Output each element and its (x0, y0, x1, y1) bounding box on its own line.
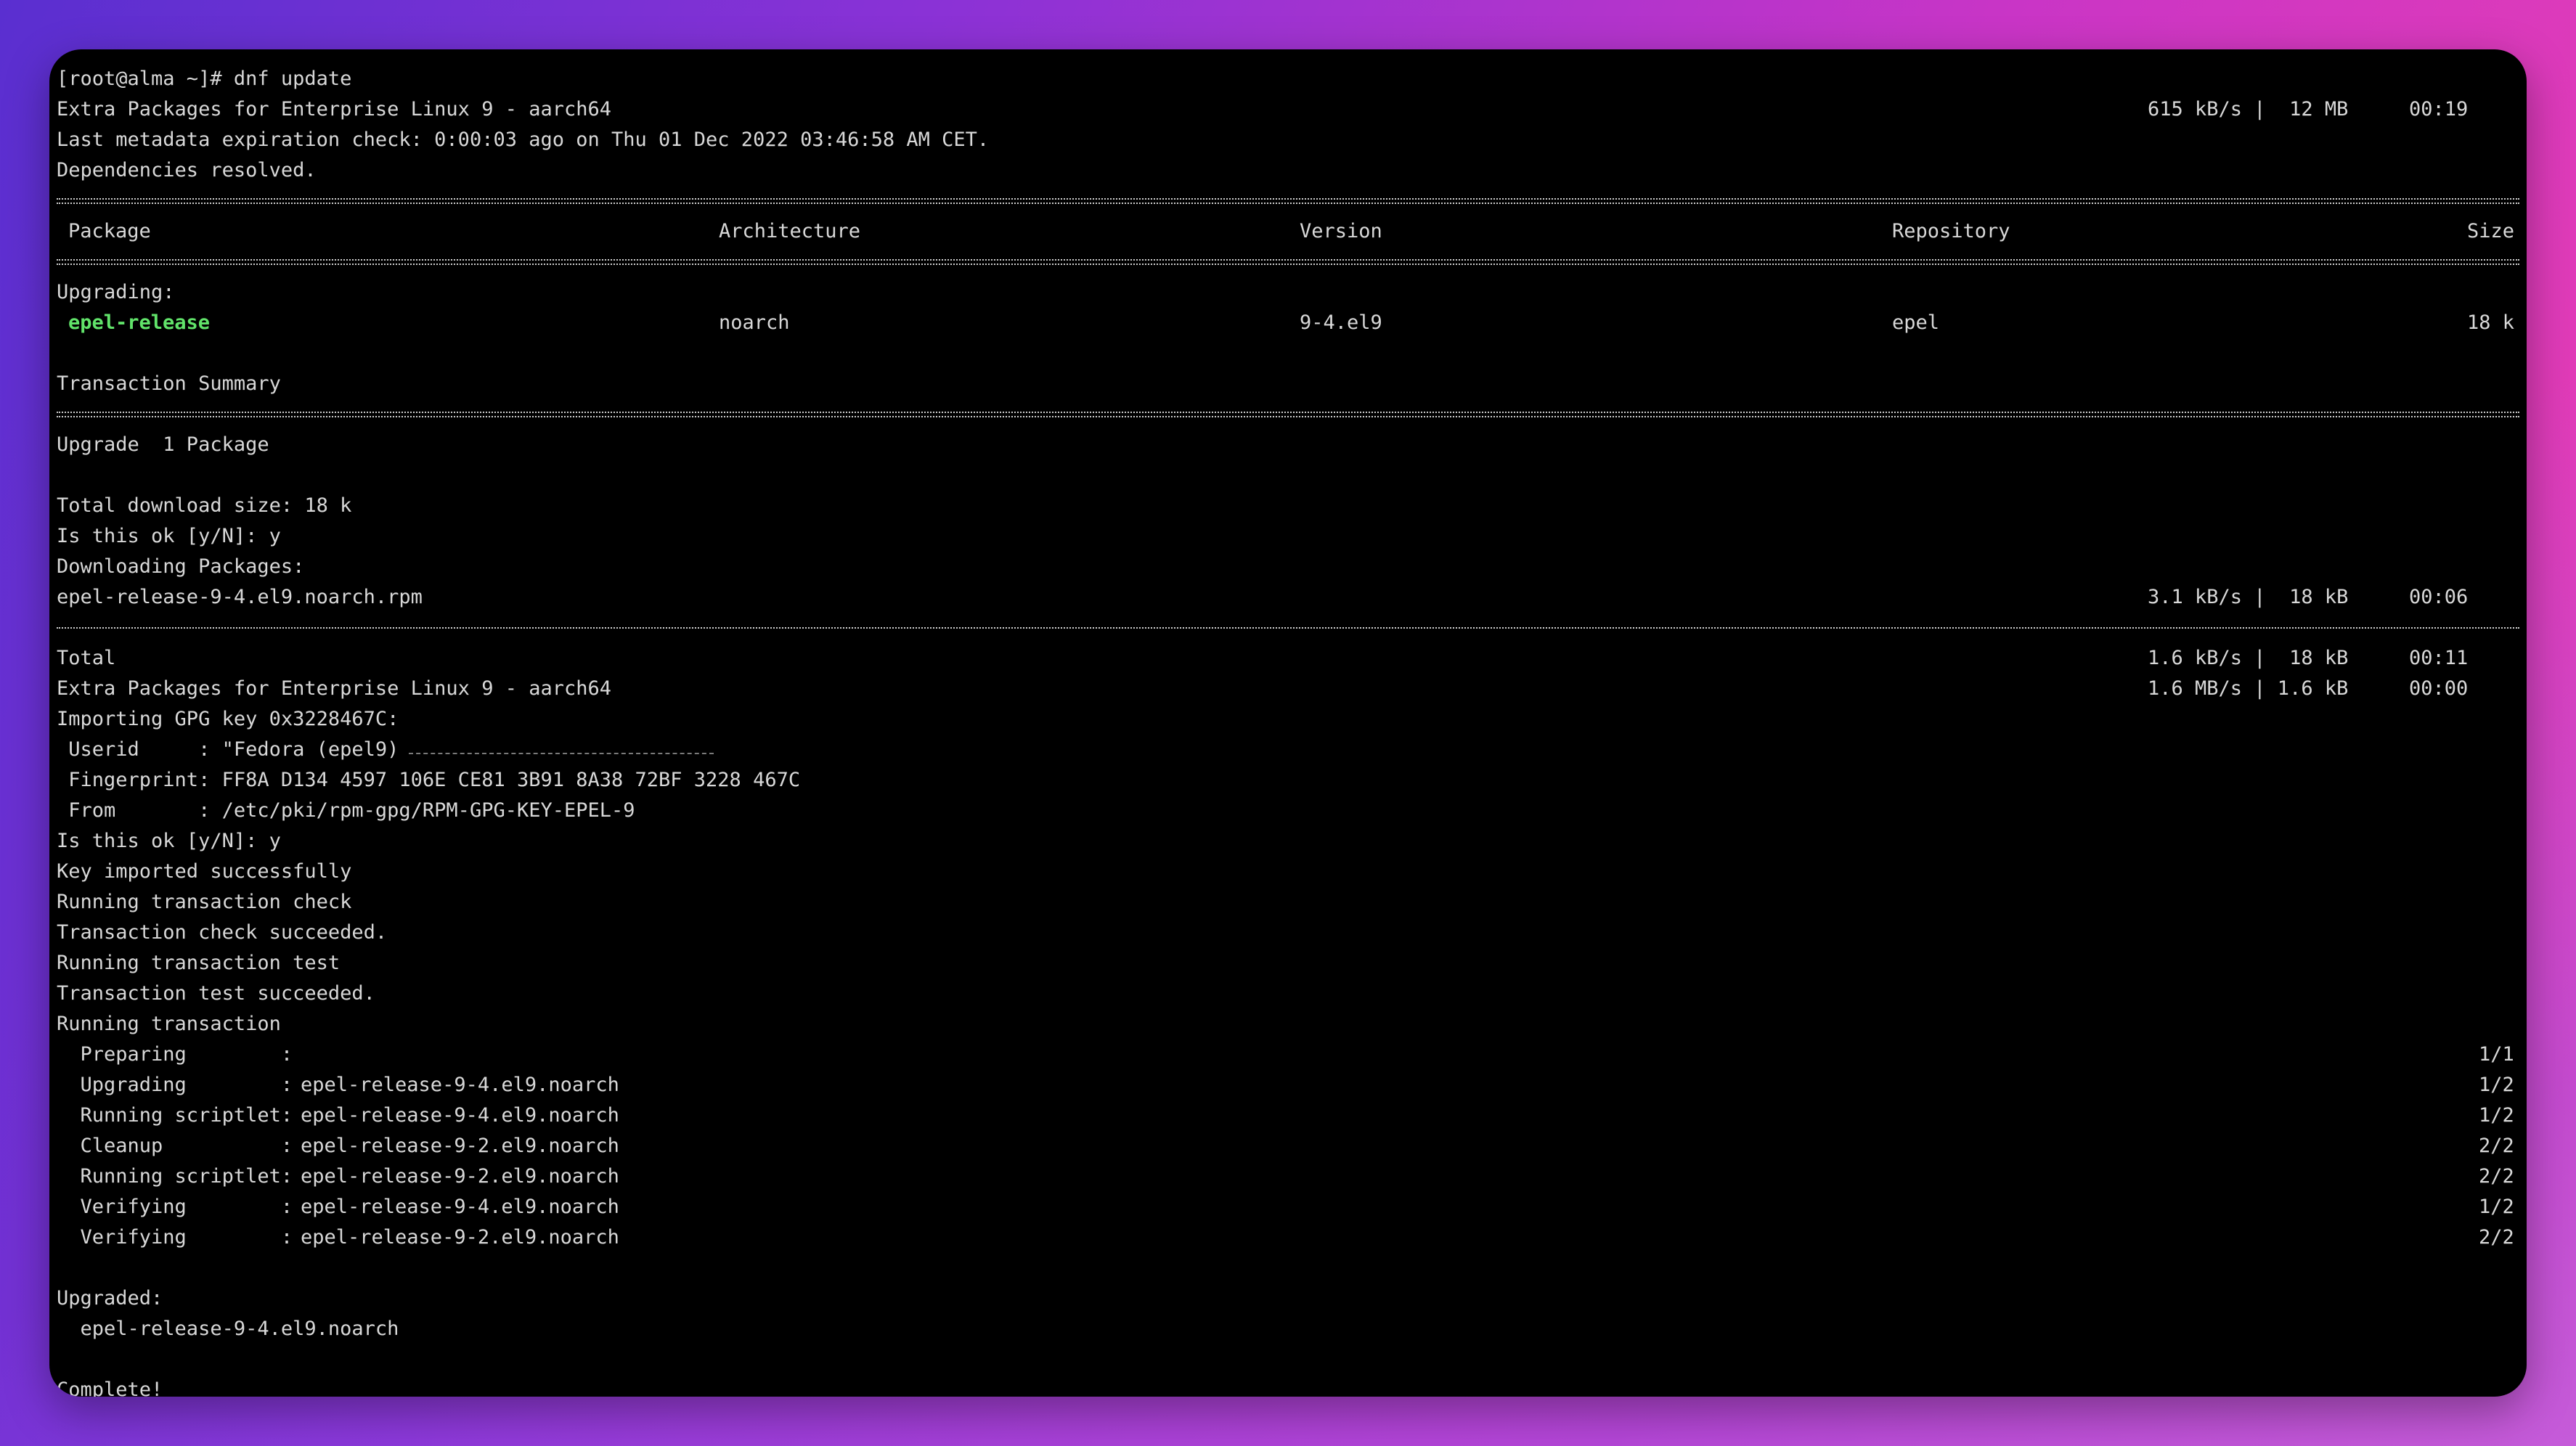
total-speed: 1.6 kB/s | 18 kB (2148, 647, 2349, 669)
summary-rule (57, 399, 2519, 430)
gpg-from-line: From : /etc/pki/rpm-gpg/RPM-GPG-KEY-EPEL… (57, 799, 635, 822)
gpg-userid: Userid : "Fedora (epel9) (57, 738, 399, 761)
download-time: 00:06 (2409, 586, 2469, 608)
transaction-step: Verifying : epel-release-9-2.el9.noarch … (57, 1222, 2519, 1253)
header-size: Size (2467, 220, 2515, 242)
repo-name: Extra Packages for Enterprise Linux 9 - … (57, 98, 612, 120)
download-row: epel-release-9-4.el9.noarch.rpm 3.1 kB/s… (57, 582, 2519, 613)
step-target: epel-release-9-2.el9.noarch (301, 1135, 619, 1157)
total-time: 00:11 (2409, 647, 2469, 669)
transaction-step: Cleanup : epel-release-9-2.el9.noarch 2/… (57, 1131, 2519, 1161)
step-count: 1/2 (2479, 1074, 2514, 1096)
transaction-step: Preparing : 1/1 (57, 1039, 2519, 1070)
repo-speed: 615 kB/s | 12 MB (2148, 98, 2349, 120)
test-running-line: Running transaction test (57, 952, 341, 974)
gpg-userid-line: Userid : "Fedora (epel9) (57, 735, 2519, 765)
table-rule-top (57, 186, 2519, 216)
confirm-prompt: Is this ok [y/N]: y (57, 525, 281, 547)
terminal-output: [root@alma ~]# dnf update Extra Packages… (57, 64, 2519, 1397)
step-label: Cleanup : (57, 1135, 293, 1157)
transaction-step: Running scriptlet: epel-release-9-2.el9.… (57, 1161, 2519, 1192)
step-target: epel-release-9-4.el9.noarch (301, 1074, 619, 1096)
metadata-line: Last metadata expiration check: 0:00:03 … (57, 128, 990, 151)
check-running-line: Running transaction check (57, 891, 352, 913)
repo-name-2: Extra Packages for Enterprise Linux 9 - … (57, 677, 612, 700)
download-file: epel-release-9-4.el9.noarch.rpm (57, 586, 423, 608)
gpg-import-line: Importing GPG key 0x3228467C: (57, 708, 399, 730)
downloading-label: Downloading Packages: (57, 555, 305, 578)
repo-key-line: Extra Packages for Enterprise Linux 9 - … (57, 674, 2519, 704)
step-count: 2/2 (2479, 1165, 2514, 1188)
gpg-fingerprint-line: Fingerprint: FF8A D134 4597 106E CE81 3B… (57, 769, 801, 791)
repo-time: 00:19 (2409, 98, 2469, 120)
step-label: Running scriptlet: (57, 1165, 293, 1188)
transaction-step: Upgrading : epel-release-9-4.el9.noarch … (57, 1070, 2519, 1100)
total-row: Total 1.6 kB/s | 18 kB 00:11 (57, 643, 2519, 674)
row-package: epel-release (68, 311, 211, 334)
deps-line: Dependencies resolved. (57, 159, 317, 181)
header-package: Package (68, 220, 151, 242)
step-label: Verifying : (57, 1196, 293, 1218)
step-count: 1/1 (2479, 1043, 2514, 1066)
table-row: epel-release noarch 9-4.el9 epel 18 k (57, 308, 2519, 338)
total-label: Total (57, 647, 116, 669)
check-ok-line: Transaction check succeeded. (57, 921, 388, 944)
terminal-window[interactable]: [root@alma ~]# dnf update Extra Packages… (49, 49, 2527, 1397)
step-count: 2/2 (2479, 1226, 2514, 1249)
complete-line: Complete! (57, 1378, 163, 1397)
summary-title: Transaction Summary (57, 372, 281, 395)
header-version: Version (1300, 220, 1382, 242)
redacted-email (409, 747, 714, 754)
row-architecture: noarch (719, 311, 790, 334)
upgraded-title: Upgraded: (57, 1287, 163, 1310)
download-speed: 3.1 kB/s | 18 kB (2148, 586, 2349, 608)
upgrading-label: Upgrading: (57, 281, 175, 303)
repo-speed-2: 1.6 MB/s | 1.6 kB (2148, 677, 2349, 700)
prompt-line: [root@alma ~]# dnf update (57, 68, 352, 90)
step-label: Preparing : (57, 1043, 293, 1066)
key-imported-line: Key imported successfully (57, 860, 352, 883)
test-ok-line: Transaction test succeeded. (57, 982, 375, 1005)
step-label: Upgrading : (57, 1074, 293, 1096)
table-header-row: Package Architecture Version Repository … (57, 216, 2519, 247)
running-transaction-line: Running transaction (57, 1013, 281, 1035)
step-target: epel-release-9-2.el9.noarch (301, 1226, 619, 1249)
header-architecture: Architecture (719, 220, 861, 242)
confirm-prompt-2: Is this ok [y/N]: y (57, 830, 281, 852)
step-count: 1/2 (2479, 1104, 2514, 1127)
repo-time-2: 00:00 (2409, 677, 2469, 700)
upgraded-package: epel-release-9-4.el9.noarch (57, 1318, 399, 1340)
step-target: epel-release-9-2.el9.noarch (301, 1165, 619, 1188)
step-label: Verifying : (57, 1226, 293, 1249)
header-repository: Repository (1892, 220, 2010, 242)
step-count: 1/2 (2479, 1196, 2514, 1218)
row-version: 9-4.el9 (1300, 311, 1382, 334)
step-count: 2/2 (2479, 1135, 2514, 1157)
transaction-step: Running scriptlet: epel-release-9-4.el9.… (57, 1100, 2519, 1131)
table-rule-mid (57, 247, 2519, 277)
step-target: epel-release-9-4.el9.noarch (301, 1104, 619, 1127)
row-repository: epel (1892, 311, 1940, 334)
step-label: Running scriptlet: (57, 1104, 293, 1127)
step-target: epel-release-9-4.el9.noarch (301, 1196, 619, 1218)
download-rule (57, 613, 2519, 643)
repo-metadata-line: Extra Packages for Enterprise Linux 9 - … (57, 94, 2519, 125)
transaction-step: Verifying : epel-release-9-4.el9.noarch … (57, 1192, 2519, 1222)
total-download-size: Total download size: 18 k (57, 494, 352, 517)
row-size: 18 k (2467, 311, 2515, 334)
upgrade-count: Upgrade 1 Package (57, 433, 269, 456)
